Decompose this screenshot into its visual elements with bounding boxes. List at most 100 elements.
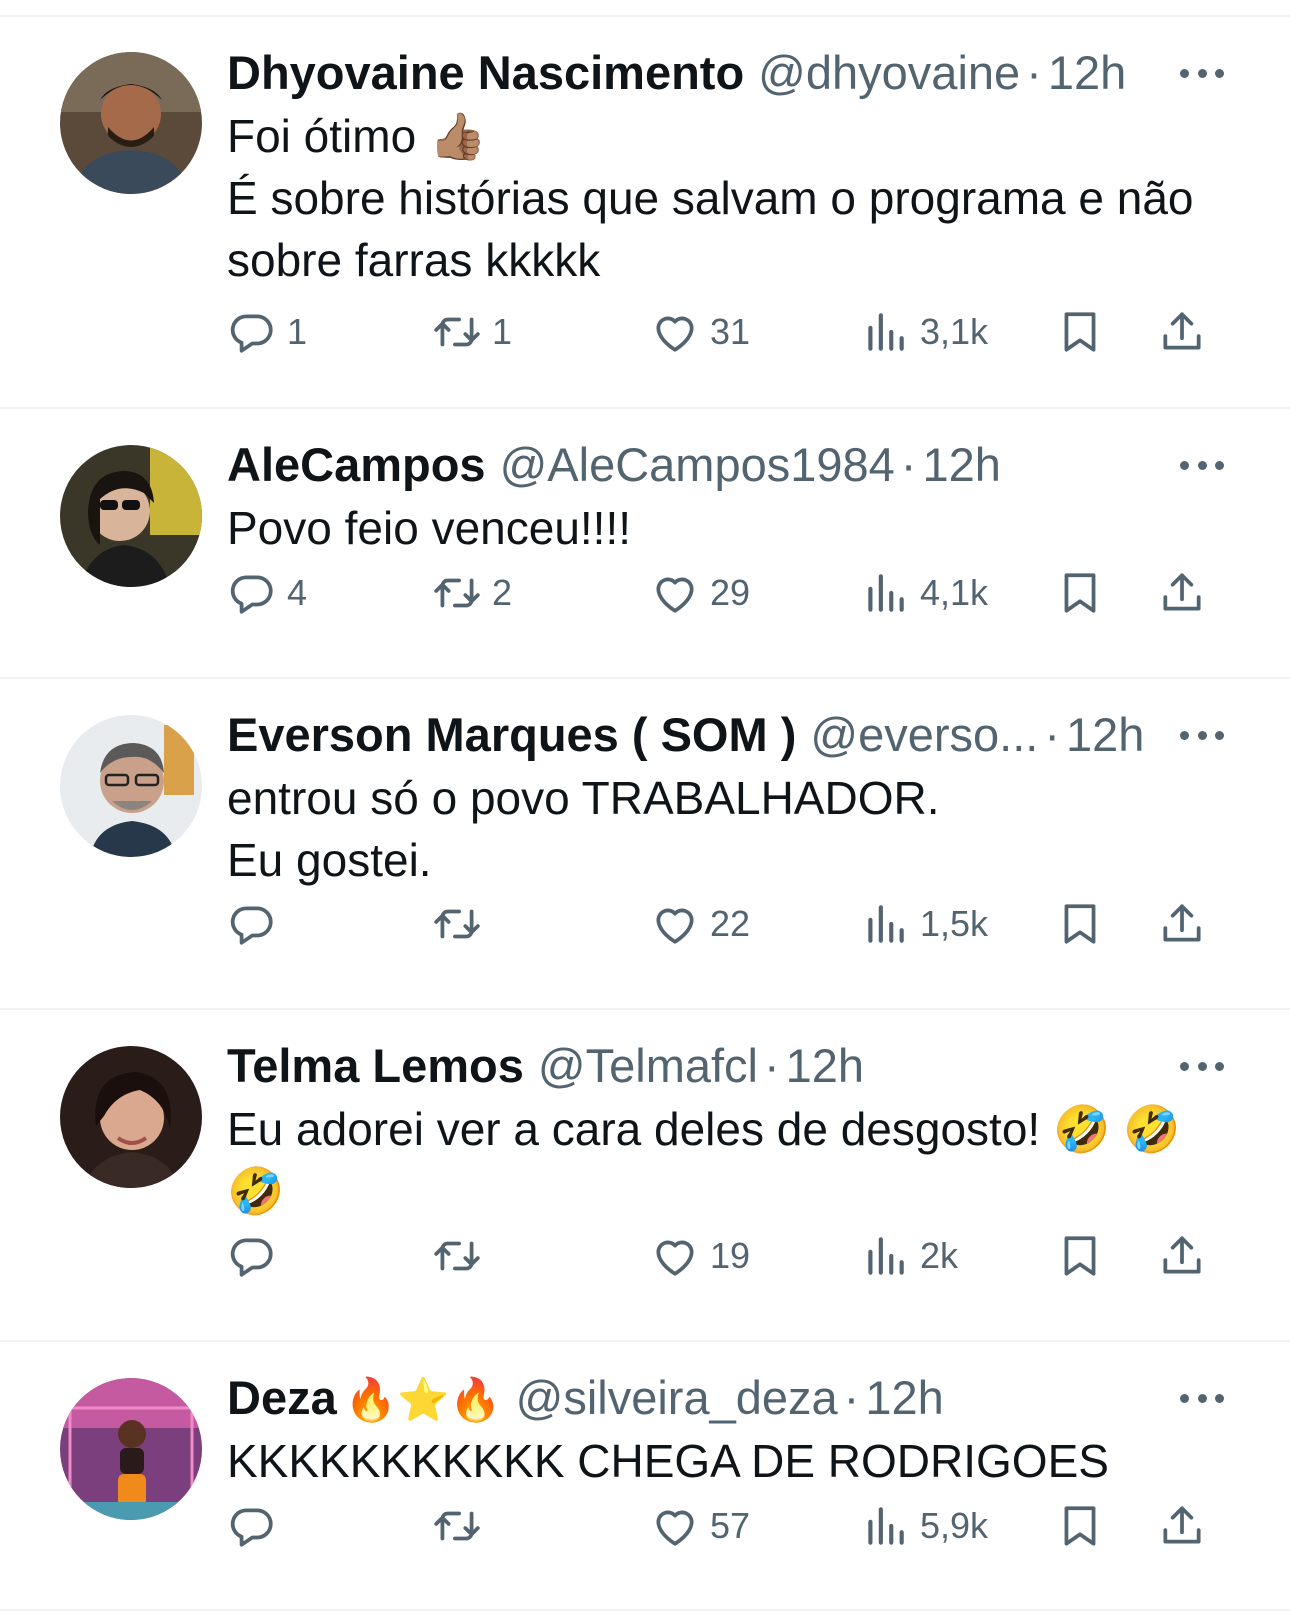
like-icon <box>656 316 694 352</box>
views-button[interactable]: 4,1k <box>860 568 988 618</box>
more-icon[interactable] <box>1180 63 1224 83</box>
views-button[interactable]: 2k <box>860 1231 958 1281</box>
share-button[interactable] <box>1157 568 1207 618</box>
user-handle[interactable]: @silveira_deza <box>516 1368 838 1428</box>
like-button[interactable]: 57 <box>650 1501 750 1551</box>
like-icon <box>656 1240 694 1276</box>
views-button[interactable]: 1,5k <box>860 899 988 949</box>
bookmark-icon <box>1064 312 1096 352</box>
avatar[interactable] <box>60 1046 202 1188</box>
retweet-icon <box>434 1241 480 1271</box>
display-name[interactable]: Telma Lemos <box>227 1036 524 1096</box>
views-button[interactable]: 3,1k <box>860 307 988 357</box>
timestamp[interactable]: 12h <box>1048 43 1126 103</box>
separator: · <box>843 1371 860 1424</box>
views-count: 4,1k <box>920 572 989 613</box>
bookmark-button[interactable] <box>1055 307 1105 357</box>
user-handle[interactable]: @everso... <box>810 705 1038 765</box>
tweet-header: Dhyovaine Nascimento @dhyovaine · 12h <box>227 43 1180 103</box>
reply-icon <box>230 1508 273 1547</box>
timestamp[interactable]: 12h <box>786 1036 864 1096</box>
like-button[interactable]: 22 <box>650 899 750 949</box>
display-name[interactable]: Deza <box>227 1368 337 1428</box>
share-button[interactable] <box>1157 1231 1207 1281</box>
views-count: 3,1k <box>920 311 989 352</box>
reply-button[interactable]: 4 <box>227 568 307 618</box>
tweet-5[interactable]: Deza 🔥⭐🔥 @silveira_deza · 12h KKKKKKKKKK… <box>0 1342 1290 1611</box>
more-icon[interactable] <box>1180 455 1224 475</box>
like-button[interactable]: 19 <box>650 1231 750 1281</box>
tweet-text: Foi ótimo 👍🏽 É sobre histórias que salva… <box>227 105 1237 291</box>
reply-button[interactable] <box>227 1231 287 1281</box>
tweet-1[interactable]: Dhyovaine Nascimento @dhyovaine · 12h Fo… <box>0 17 1290 409</box>
bookmark-button[interactable] <box>1055 568 1105 618</box>
share-icon <box>1163 1236 1201 1274</box>
reply-count: 4 <box>287 572 308 613</box>
share-icon <box>1163 1506 1201 1544</box>
retweet-button[interactable]: 1 <box>432 307 512 357</box>
timestamp[interactable]: 12h <box>1066 705 1144 765</box>
retweet-button[interactable] <box>432 899 492 949</box>
views-icon <box>868 905 904 943</box>
user-handle[interactable]: @AleCampos1984 <box>500 435 895 495</box>
reply-feed: Dhyovaine Nascimento @dhyovaine · 12h Fo… <box>0 0 1290 1621</box>
retweet-button[interactable]: 2 <box>432 568 512 618</box>
bookmark-button[interactable] <box>1055 1231 1105 1281</box>
bookmark-button[interactable] <box>1055 1501 1105 1551</box>
tweet-text-line: Foi ótimo 👍🏽 <box>227 110 487 162</box>
avatar[interactable] <box>60 715 202 857</box>
share-button[interactable] <box>1157 899 1207 949</box>
timestamp[interactable]: 12h <box>922 435 1000 495</box>
avatar[interactable] <box>60 445 202 587</box>
bookmark-icon <box>1064 904 1096 944</box>
tweet-2[interactable]: AleCampos @AleCampos1984 · 12h Povo feio… <box>0 409 1290 679</box>
tweet-actions: 22 1,5k <box>227 899 1237 949</box>
tweet-4[interactable]: Telma Lemos @Telmafcl · 12h Eu adorei ve… <box>0 1010 1290 1342</box>
reply-button[interactable]: 1 <box>227 307 307 357</box>
display-name[interactable]: Everson Marques ( SOM ) <box>227 705 796 765</box>
tweet-3[interactable]: Everson Marques ( SOM ) @everso... · 12h… <box>0 679 1290 1010</box>
display-name[interactable]: Dhyovaine Nascimento <box>227 43 744 103</box>
avatar[interactable] <box>60 1378 202 1520</box>
like-count: 57 <box>710 1505 751 1546</box>
tweet-header: Deza 🔥⭐🔥 @silveira_deza · 12h <box>227 1368 1180 1428</box>
views-icon <box>868 1507 904 1545</box>
separator: · <box>1044 708 1060 761</box>
retweet-button[interactable] <box>432 1231 492 1281</box>
tweet-text: KKKKKKKKKKK CHEGA DE RODRIGOES <box>227 1430 1237 1492</box>
like-count: 29 <box>710 572 751 613</box>
retweet-icon <box>434 578 480 608</box>
share-icon <box>1163 904 1201 942</box>
tweet-text-line: entrou só o povo TRABALHADOR. <box>227 772 940 824</box>
display-name[interactable]: AleCampos <box>227 435 486 495</box>
bookmark-button[interactable] <box>1055 899 1105 949</box>
retweet-icon <box>434 909 480 939</box>
tweet-text: entrou só o povo TRABALHADOR. Eu gostei. <box>227 767 1237 891</box>
like-count: 19 <box>710 1235 751 1276</box>
user-handle[interactable]: @dhyovaine <box>758 43 1020 103</box>
timestamp[interactable]: 12h <box>865 1368 943 1428</box>
tweet-actions: 19 2k <box>227 1231 1237 1281</box>
retweet-button[interactable] <box>432 1501 492 1551</box>
user-handle[interactable]: @Telmafcl <box>538 1036 758 1096</box>
tweet-actions: 1 1 31 3,1k <box>227 307 1237 357</box>
bookmark-icon <box>1064 1236 1096 1276</box>
views-icon <box>868 313 904 351</box>
views-button[interactable]: 5,9k <box>860 1501 988 1551</box>
views-icon <box>868 574 904 612</box>
tweet-header: AleCampos @AleCampos1984 · 12h <box>227 435 1180 495</box>
more-icon[interactable] <box>1180 1056 1224 1076</box>
reply-button[interactable] <box>227 1501 287 1551</box>
reply-button[interactable] <box>227 899 287 949</box>
tweet-header: Everson Marques ( SOM ) @everso... · 12h <box>227 705 1180 765</box>
tweet-text-line: Povo feio venceu!!!! <box>227 502 632 554</box>
avatar[interactable] <box>60 52 202 194</box>
share-button[interactable] <box>1157 307 1207 357</box>
like-button[interactable]: 29 <box>650 568 750 618</box>
reply-count: 1 <box>287 311 308 352</box>
more-icon[interactable] <box>1180 1388 1224 1408</box>
more-icon[interactable] <box>1180 725 1224 745</box>
name-emoji: 🔥⭐🔥 <box>344 1376 502 1423</box>
like-button[interactable]: 31 <box>650 307 750 357</box>
share-button[interactable] <box>1157 1501 1207 1551</box>
